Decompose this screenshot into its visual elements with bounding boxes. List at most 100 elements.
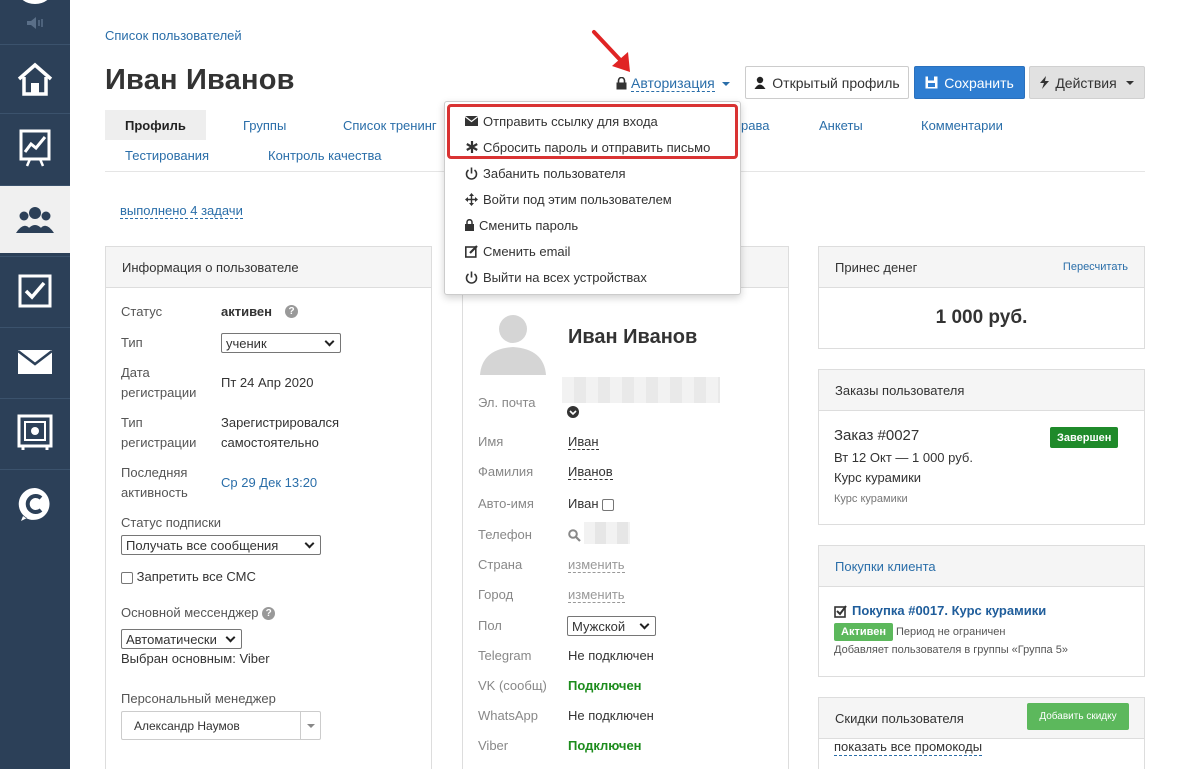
sidebar-item-users[interactable] — [0, 185, 70, 253]
chat-logo-icon — [18, 487, 50, 521]
subscription-select[interactable]: Получать все сообщения — [121, 535, 321, 555]
tab-trainings[interactable]: Список тренинг — [343, 110, 437, 140]
help-icon[interactable]: ? — [262, 607, 276, 621]
messenger-chosen: Выбран основным: Viber — [121, 651, 270, 666]
sidebar-item-chat[interactable] — [0, 469, 70, 537]
autoname-checkbox[interactable] — [602, 498, 615, 511]
recalculate-link[interactable]: Пересчитать — [1063, 261, 1128, 273]
city-label: Город — [478, 587, 514, 602]
phone-label: Телефон — [478, 527, 532, 542]
purchases-title[interactable]: Покупки клиента — [835, 559, 936, 574]
reg-date-value: Пт 24 Апр 2020 — [221, 375, 314, 390]
auth-label: Авторизация — [631, 75, 715, 92]
check-square-icon — [834, 604, 847, 618]
autoname-row: Иван — [568, 494, 615, 514]
country-value[interactable]: изменить — [568, 555, 625, 575]
search-icon[interactable] — [568, 529, 581, 542]
manager-select-arrow — [300, 712, 320, 739]
sms-checkbox[interactable] — [121, 571, 133, 584]
avatar — [478, 305, 548, 375]
actions-label: Действия — [1055, 74, 1117, 91]
city-value[interactable]: изменить — [568, 585, 625, 605]
change-email-item[interactable]: Сменить email — [465, 240, 570, 262]
move-icon — [465, 192, 478, 206]
ban-user-item[interactable]: Забанить пользователя — [465, 162, 626, 184]
checkbox-icon — [18, 274, 52, 307]
messenger-label: Основной мессенджер ? — [121, 603, 276, 623]
save-button[interactable]: Сохранить — [914, 66, 1025, 99]
email-label: Эл. почта — [478, 395, 536, 410]
tab-rights[interactable]: рава — [741, 110, 769, 140]
phone-blurred — [584, 522, 630, 544]
order-product: Курс курамики — [834, 470, 922, 485]
tasks-link[interactable]: выполнено 4 задачи — [120, 203, 243, 219]
telegram-label: Telegram — [478, 648, 532, 663]
purchases-header: Покупки клиента — [819, 546, 1144, 587]
auth-dropdown-toggle[interactable]: Авторизация — [616, 75, 730, 92]
help-icon[interactable]: ? — [285, 305, 298, 318]
reg-date-label-2: регистрации — [121, 385, 197, 400]
profile-name: Иван Иванов — [568, 326, 698, 348]
open-profile-button[interactable]: Открытый профиль — [745, 66, 909, 99]
manager-select[interactable]: Александр Наумов — [121, 711, 321, 740]
gender-select[interactable]: Мужской — [567, 616, 656, 636]
city-change-link: изменить — [568, 587, 625, 603]
gender-select-value: Мужской — [572, 618, 626, 634]
change-password-item[interactable]: Сменить пароль — [465, 214, 578, 236]
last-active-value[interactable]: Ср 29 Дек 13:20 — [221, 473, 317, 493]
user-icon — [754, 76, 766, 89]
logout-everywhere-item[interactable]: Выйти на всех устройствах — [465, 266, 647, 288]
reg-date-label-1: Дата — [121, 365, 150, 380]
chart-icon — [19, 129, 51, 166]
sidebar-item-safe[interactable] — [0, 398, 70, 466]
lock-icon — [465, 219, 474, 232]
order-meta: Вт 12 Окт — 1 000 руб. — [834, 450, 973, 465]
first-name-text: Иван — [568, 434, 599, 450]
sms-label: Запретить все СМС — [136, 569, 256, 584]
sidebar-item-tasks[interactable] — [0, 256, 70, 324]
tab-groups[interactable]: Группы — [243, 110, 286, 140]
money-header: Принес денег Пересчитать — [819, 247, 1144, 288]
status-value: активен — [221, 304, 272, 319]
caret-down-icon — [1125, 80, 1134, 85]
first-name-label: Имя — [478, 434, 504, 449]
money-amount: 1 000 руб. — [935, 307, 1028, 328]
login-as-user-label: Войти под этим пользователем — [483, 191, 672, 207]
type-select[interactable]: ученик — [221, 333, 341, 353]
purchase-row: Покупка #0017. Курс курамики — [834, 601, 1046, 621]
lock-icon — [616, 77, 627, 90]
floppy-icon — [925, 76, 938, 89]
sidebar-item-stats[interactable] — [0, 113, 70, 181]
subscription-select-value: Получать все сообщения — [126, 537, 279, 553]
sidebar-top — [0, 0, 70, 44]
email-blurred — [562, 377, 720, 403]
chevron-circle-down-icon[interactable] — [567, 406, 579, 418]
purchase-link[interactable]: Покупка #0017. Курс курамики — [852, 601, 1046, 621]
user-info-title: Информация о пользователе — [122, 259, 299, 275]
speaker-icon[interactable] — [25, 16, 45, 30]
sidebar-item-mail[interactable] — [0, 327, 70, 395]
first-name-value[interactable]: Иван — [568, 432, 599, 452]
tab-quality[interactable]: Контроль качества — [268, 140, 381, 170]
order-status-badge: Завершен — [1050, 427, 1119, 448]
add-discount-button[interactable]: Добавить скидку — [1027, 703, 1129, 730]
login-as-user-item[interactable]: Войти под этим пользователем — [465, 188, 672, 210]
safe-icon — [17, 414, 53, 450]
orders-header: Заказы пользователя — [819, 370, 1144, 411]
sms-row: Запретить все СМС — [121, 567, 256, 587]
tab-forms[interactable]: Анкеты — [819, 110, 863, 140]
last-name-value[interactable]: Иванов — [568, 462, 613, 482]
actions-button[interactable]: Действия — [1029, 66, 1145, 99]
tab-tests[interactable]: Тестирования — [125, 140, 209, 170]
breadcrumb[interactable]: Список пользователей — [105, 28, 242, 43]
messenger-select[interactable]: Автоматически — [121, 629, 242, 649]
show-promocodes-link[interactable]: показать все промокоды — [834, 738, 983, 756]
tab-comments[interactable]: Комментарии — [921, 110, 1003, 140]
vk-value: Подключен — [568, 678, 642, 693]
order-link[interactable]: Заказ #0027 — [834, 426, 919, 446]
tab-profile[interactable]: Профиль — [105, 110, 206, 140]
sidebar-item-home[interactable] — [0, 44, 70, 112]
save-label: Сохранить — [944, 74, 1014, 91]
edit-icon — [465, 244, 478, 258]
home-icon — [17, 62, 53, 96]
